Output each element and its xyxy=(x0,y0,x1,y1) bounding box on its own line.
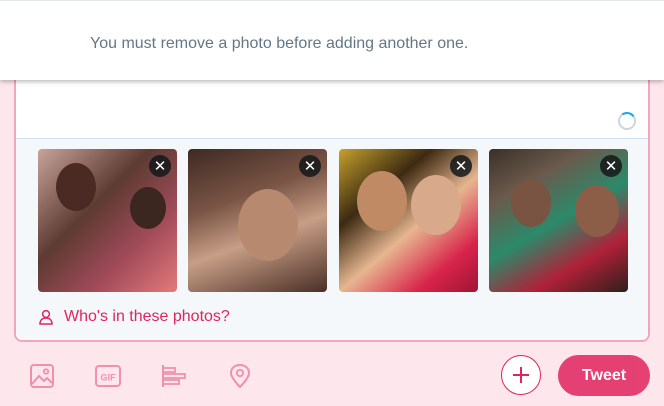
tweet-composer: ✕ ✕ ✕ ✕ Who's in these photos? xyxy=(14,70,650,342)
attached-media: ✕ ✕ ✕ ✕ Who's in these photos? xyxy=(16,139,648,340)
toast-notification: You must remove a photo before adding an… xyxy=(0,0,664,80)
add-tweet-button[interactable] xyxy=(501,355,541,395)
photo-thumbnail[interactable]: ✕ xyxy=(188,149,327,292)
tag-people-label: Who's in these photos? xyxy=(64,308,230,325)
remove-photo-button[interactable]: ✕ xyxy=(450,155,472,177)
character-counter-icon xyxy=(618,112,636,130)
photo-thumbnail[interactable]: ✕ xyxy=(339,149,478,292)
tweet-text-area[interactable] xyxy=(16,72,648,139)
remove-photo-button[interactable]: ✕ xyxy=(149,155,171,177)
photo-thumbnail[interactable]: ✕ xyxy=(489,149,628,292)
location-icon[interactable] xyxy=(226,362,254,390)
photo-thumbnail[interactable]: ✕ xyxy=(38,149,177,292)
person-icon xyxy=(39,309,53,325)
plus-icon xyxy=(513,367,529,383)
poll-icon[interactable] xyxy=(160,362,188,390)
image-icon[interactable] xyxy=(28,362,56,390)
tag-people-link[interactable]: Who's in these photos? xyxy=(38,306,230,328)
gif-icon[interactable]: GIF xyxy=(94,362,122,390)
tweet-button[interactable]: Tweet xyxy=(558,355,650,396)
toast-message: You must remove a photo before adding an… xyxy=(90,35,469,52)
remove-photo-button[interactable]: ✕ xyxy=(600,155,622,177)
gif-text: GIF xyxy=(101,373,117,383)
remove-photo-button[interactable]: ✕ xyxy=(299,155,321,177)
